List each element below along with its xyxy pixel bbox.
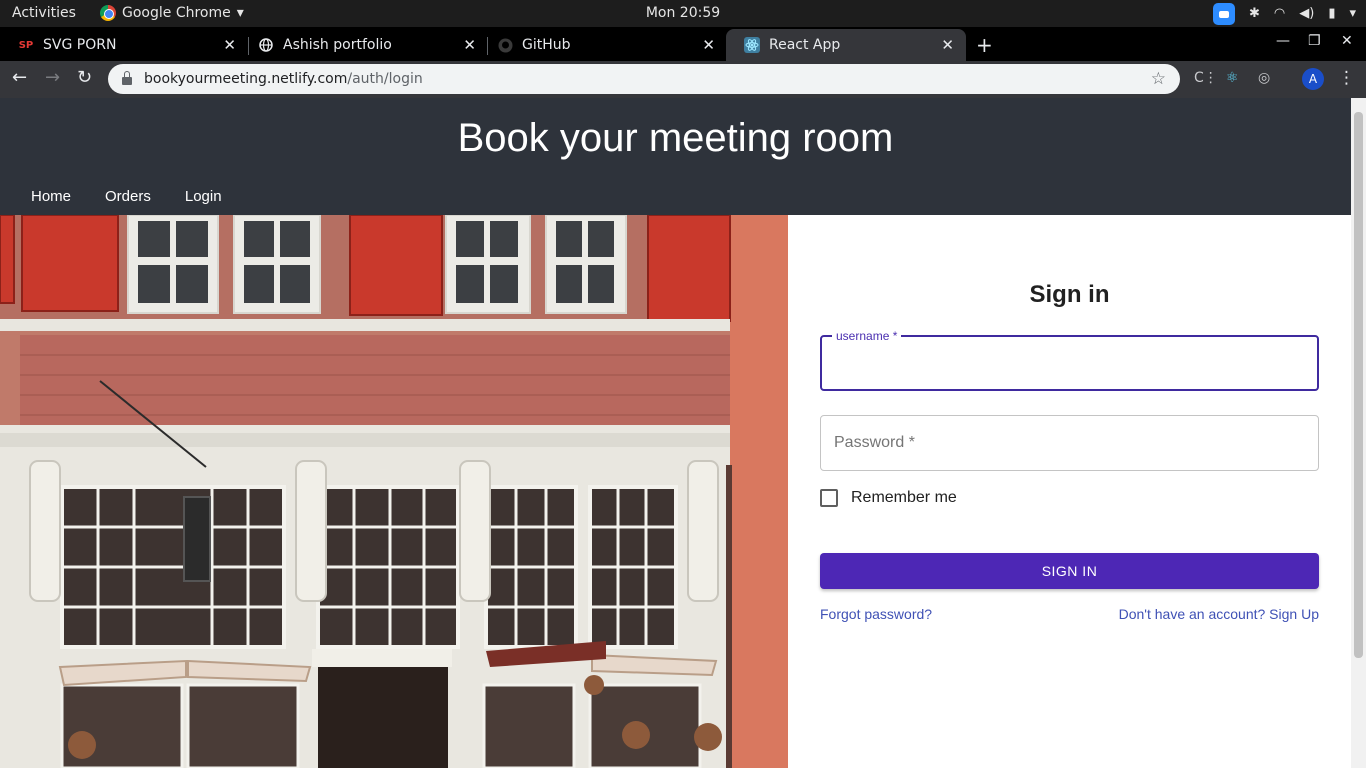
slack-icon[interactable]: ✱: [1249, 4, 1260, 24]
system-top-bar: Activities Google Chrome ▾ Mon 20:59 ✱ ◠…: [0, 0, 1366, 27]
signin-button[interactable]: SIGN IN: [820, 553, 1319, 589]
wifi-icon[interactable]: ◠: [1274, 4, 1285, 24]
url-host: bookyourmeeting.netlify.com: [144, 71, 348, 87]
tab-react-app[interactable]: React App ✕: [726, 29, 966, 61]
chrome-icon: [100, 5, 116, 21]
tab-strip: SP SVG PORN ✕ Ashish portfolio ✕ GitHub …: [0, 27, 1366, 61]
restore-icon[interactable]: ❐: [1308, 33, 1321, 49]
system-menu-caret-icon[interactable]: ▾: [1349, 4, 1356, 24]
react-icon: [744, 37, 760, 53]
new-tab-icon[interactable]: +: [976, 33, 993, 57]
address-bar[interactable]: bookyourmeeting.netlify.com/auth/login ☆: [108, 64, 1180, 94]
tab-title: Ashish portfolio: [283, 37, 392, 53]
close-tab-icon[interactable]: ✕: [702, 36, 715, 54]
github-icon: [497, 37, 513, 53]
storefront-image: [0, 215, 788, 768]
nav-link-login[interactable]: Login: [185, 188, 222, 205]
activities-button[interactable]: Activities: [12, 5, 76, 21]
remember-me-row[interactable]: Remember me: [820, 489, 957, 507]
tab-github[interactable]: GitHub ✕: [479, 29, 727, 61]
close-tab-icon[interactable]: ✕: [223, 36, 236, 54]
signin-panel: Sign in username * Password * Remember m…: [788, 215, 1351, 768]
signup-link[interactable]: Don't have an account? Sign Up: [1119, 606, 1319, 622]
bookmark-star-icon[interactable]: ☆: [1151, 69, 1166, 89]
extension-target-icon[interactable]: ◎: [1258, 70, 1270, 86]
svg-porn-favicon-icon: SP: [18, 39, 34, 51]
tab-svg-porn[interactable]: SP SVG PORN ✕: [0, 29, 248, 61]
site-nav: Home Orders Login: [31, 188, 256, 205]
remember-me-label: Remember me: [851, 489, 957, 506]
nav-link-home[interactable]: Home: [31, 188, 71, 205]
browser-toolbar: ← → ↻ bookyourmeeting.netlify.com/auth/l…: [0, 61, 1366, 98]
back-arrow-icon[interactable]: ←: [12, 67, 27, 88]
app-menu[interactable]: Google Chrome ▾: [100, 5, 244, 21]
react-devtools-icon[interactable]: ⚛: [1226, 70, 1239, 86]
username-field[interactable]: username *: [820, 329, 1319, 391]
minimize-icon[interactable]: —: [1276, 33, 1290, 49]
forward-arrow-icon[interactable]: →: [45, 67, 60, 88]
username-input[interactable]: [822, 337, 1317, 389]
page-viewport: Book your meeting room Home Orders Login: [0, 98, 1351, 768]
tab-title: GitHub: [522, 37, 571, 53]
password-placeholder: Password *: [834, 434, 915, 451]
reload-icon[interactable]: ↻: [77, 67, 92, 88]
tab-ashish-portfolio[interactable]: Ashish portfolio ✕: [240, 29, 488, 61]
globe-icon: [258, 37, 274, 53]
remember-me-checkbox[interactable]: [820, 489, 838, 507]
username-label: username *: [832, 329, 902, 343]
close-tab-icon[interactable]: ✕: [463, 36, 476, 54]
url-path: /auth/login: [347, 71, 423, 87]
nav-link-orders[interactable]: Orders: [105, 188, 151, 205]
profile-avatar[interactable]: A: [1302, 68, 1324, 90]
extension-c-icon[interactable]: C⋮: [1194, 70, 1218, 86]
system-tray[interactable]: ✱ ◠ ◀) ▮ ▾: [1212, 3, 1356, 25]
app-name: Google Chrome: [122, 5, 231, 21]
chrome-menu-icon[interactable]: ⋮: [1338, 68, 1355, 88]
zoom-app-icon[interactable]: [1212, 3, 1235, 25]
close-window-icon[interactable]: ✕: [1341, 33, 1353, 49]
tab-title: SVG PORN: [43, 37, 117, 53]
scrollbar-thumb[interactable]: [1354, 112, 1363, 658]
volume-icon[interactable]: ◀): [1299, 4, 1314, 24]
site-header: Book your meeting room Home Orders Login: [0, 98, 1351, 215]
signin-heading: Sign in: [1029, 281, 1110, 308]
page-scrollbar[interactable]: [1351, 98, 1366, 768]
forgot-password-link[interactable]: Forgot password?: [820, 606, 932, 622]
password-field[interactable]: Password *: [820, 415, 1319, 471]
site-title: Book your meeting room: [457, 116, 894, 160]
lock-icon[interactable]: [122, 71, 132, 85]
tab-title: React App: [769, 37, 841, 53]
close-tab-icon[interactable]: ✕: [941, 36, 954, 54]
battery-icon[interactable]: ▮: [1328, 4, 1335, 24]
caret-down-icon: ▾: [236, 5, 244, 21]
